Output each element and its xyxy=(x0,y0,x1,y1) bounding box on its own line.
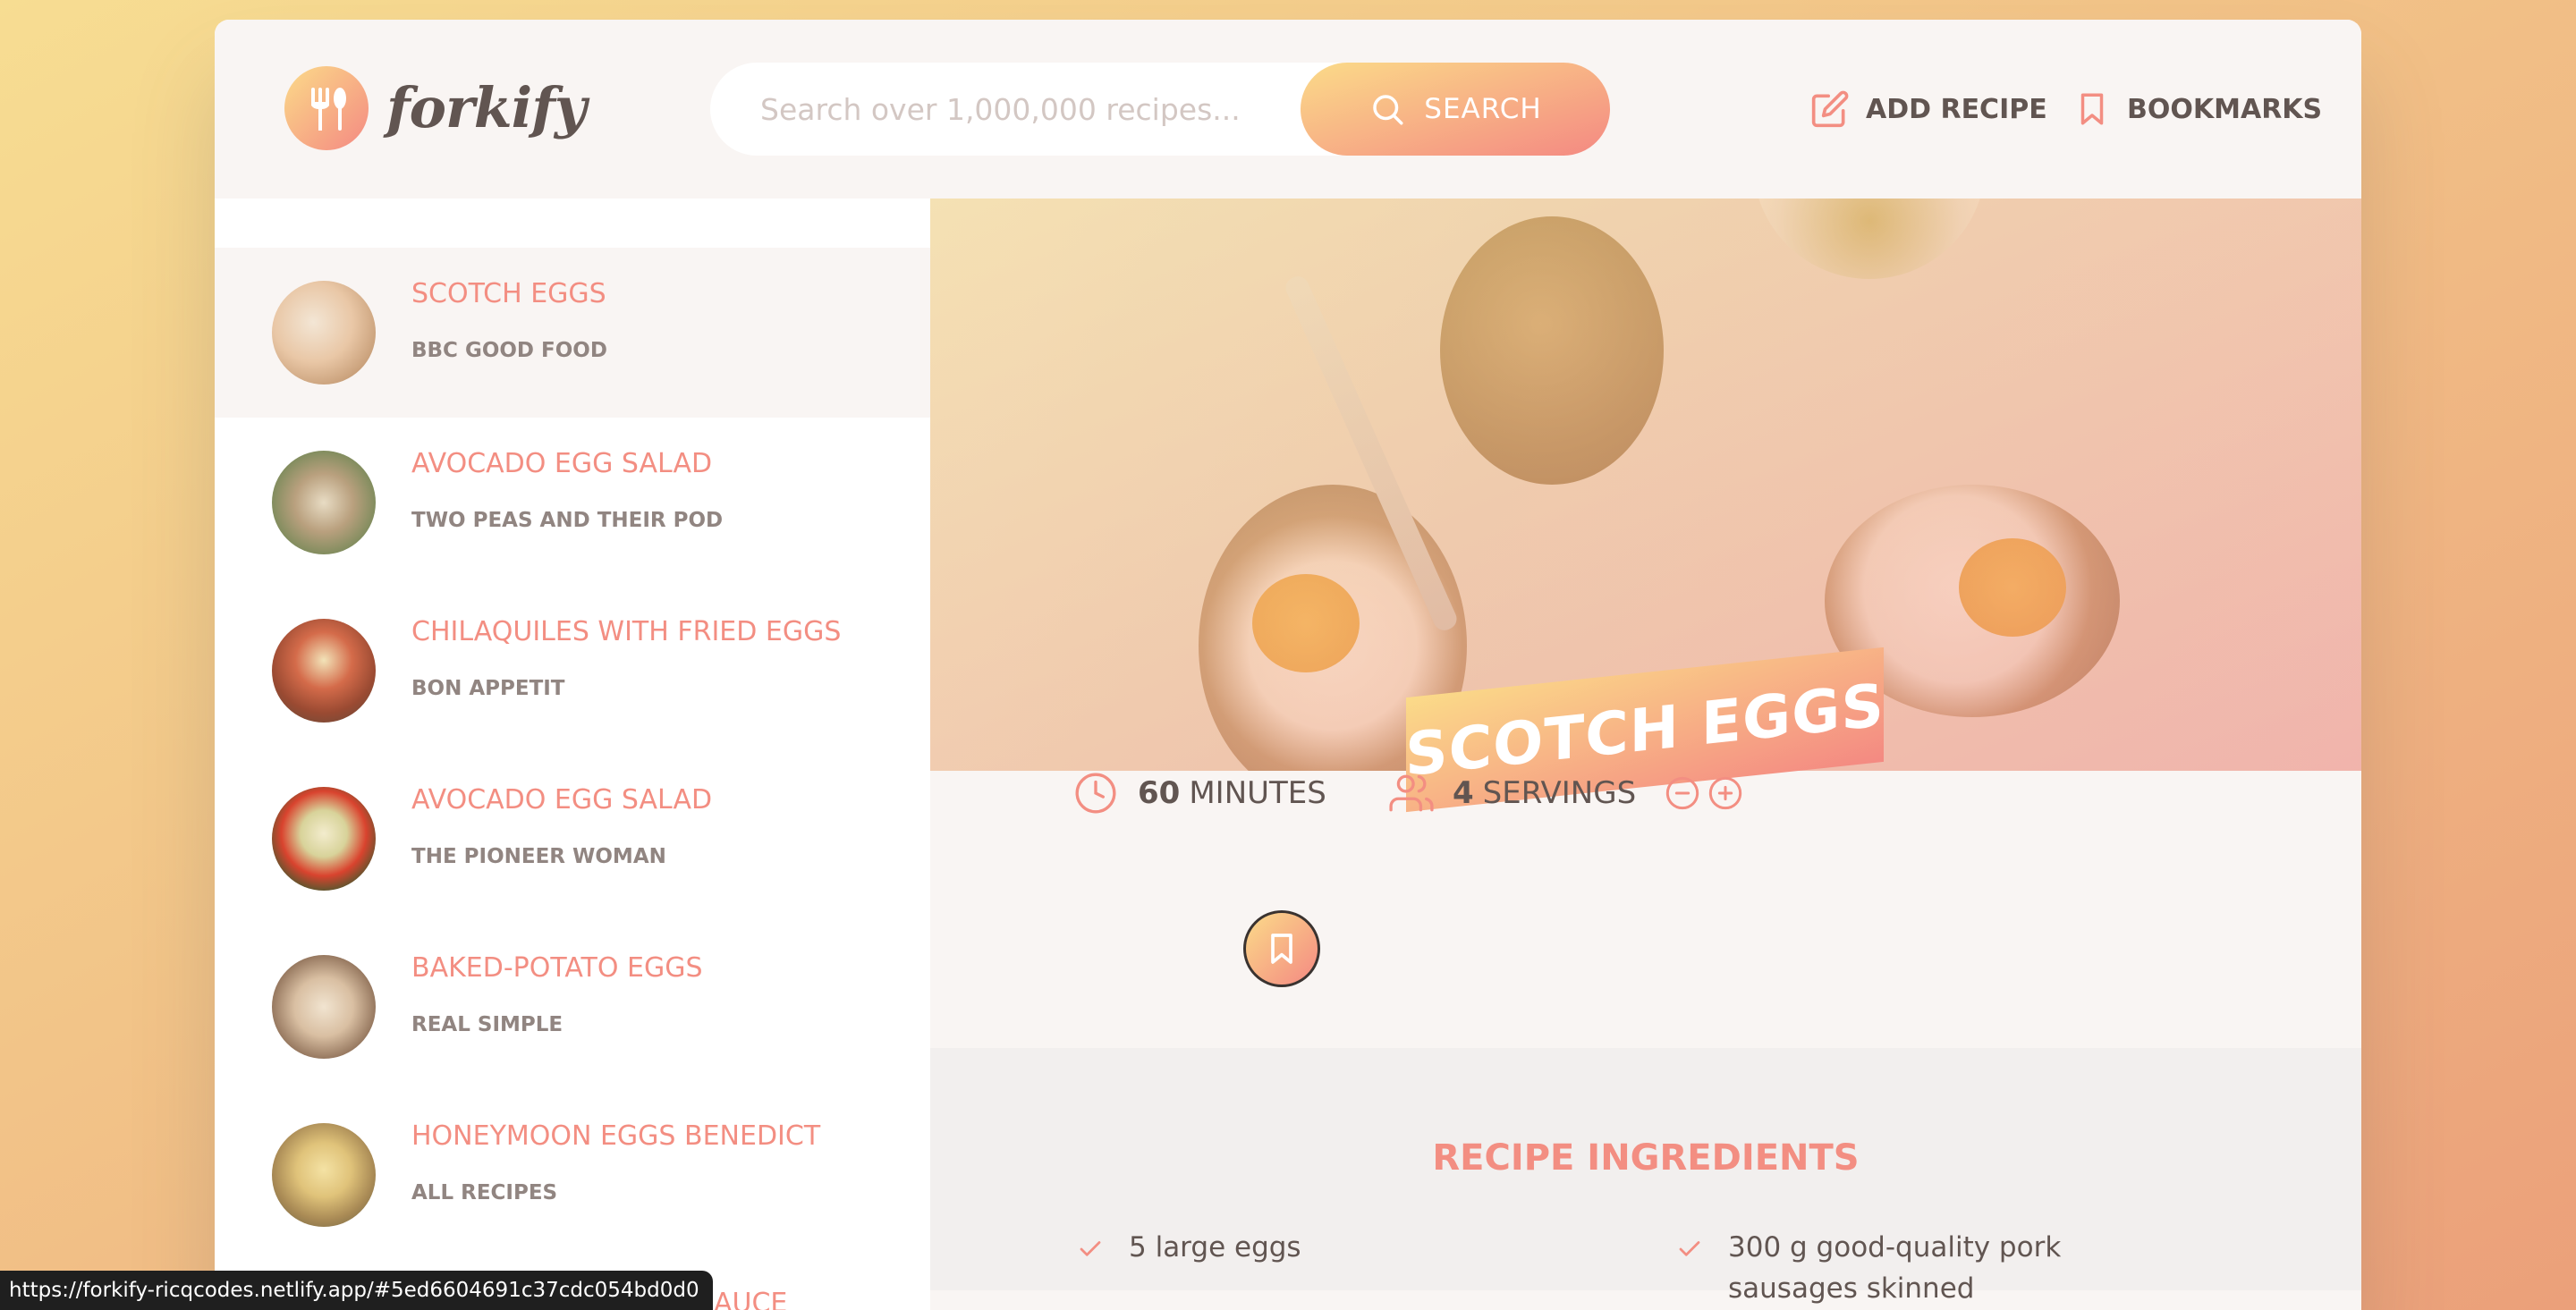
add-recipe-button[interactable]: ADD RECIPE xyxy=(1810,82,2047,136)
check-icon xyxy=(1679,1241,1700,1256)
search-button[interactable]: SEARCH xyxy=(1301,63,1610,156)
decrease-servings-button[interactable] xyxy=(1665,775,1700,811)
result-item[interactable]: AVOCADO EGG SALAD THE PIONEER WOMAN xyxy=(215,754,930,924)
result-title: BAKED-POTATO EGGS xyxy=(411,952,703,984)
bookmarks-button[interactable]: BOOKMARKS xyxy=(2073,82,2322,136)
result-thumbnail xyxy=(272,281,376,385)
ingredient-item: 5 large eggs xyxy=(1080,1227,1301,1268)
users-icon xyxy=(1389,774,1434,812)
increase-servings-button[interactable] xyxy=(1707,775,1743,811)
ingredient-text: 300 g good-quality pork sausages skinned xyxy=(1728,1231,2062,1305)
result-title: SCOTCH EGGS xyxy=(411,278,606,309)
search-input[interactable] xyxy=(760,89,1261,129)
search-results: SCOTCH EGGS BBC GOOD FOOD AVOCADO EGG SA… xyxy=(215,199,930,1310)
cooking-time-unit: MINUTES xyxy=(1189,775,1326,811)
fork-spoon-icon xyxy=(311,88,346,131)
plus-circle-icon xyxy=(1708,776,1742,810)
minus-circle-icon xyxy=(1665,776,1699,810)
search-button-label: SEARCH xyxy=(1424,93,1542,125)
result-item[interactable]: CHILAQUILES WITH FRIED EGGS BON APPETIT xyxy=(215,586,930,756)
recipe-ingredients: RECIPE INGREDIENTS 5 large eggs 300 g go… xyxy=(930,1048,2361,1305)
bookmark-recipe-button[interactable] xyxy=(1243,910,1320,987)
app-container: forkify SEARCH ADD RECIPE BOOKMARKS xyxy=(215,20,2361,1310)
recipe-cooking-time: 60 MINUTES xyxy=(1073,771,1326,816)
result-title-partial: AUCE xyxy=(714,1288,788,1310)
edit-icon xyxy=(1811,90,1849,128)
result-title: CHILAQUILES WITH FRIED EGGS xyxy=(411,616,842,647)
result-thumbnail xyxy=(272,619,376,723)
result-publisher: BON APPETIT xyxy=(411,677,565,700)
ingredient-item: 300 g good-quality pork sausages skinned xyxy=(1679,1227,2193,1309)
header: forkify SEARCH ADD RECIPE BOOKMARKS xyxy=(215,20,2361,199)
search-form: SEARCH xyxy=(710,63,1610,156)
result-item[interactable]: AVOCADO EGG SALAD TWO PEAS AND THEIR POD xyxy=(215,418,930,587)
check-icon xyxy=(1080,1241,1101,1256)
bookmarks-label: BOOKMARKS xyxy=(2127,93,2323,125)
bookmark-icon xyxy=(1271,934,1292,964)
recipe-servings: 4 SERVINGS xyxy=(1388,771,1743,816)
ingredient-text: 5 large eggs xyxy=(1129,1231,1301,1264)
result-thumbnail xyxy=(272,955,376,1059)
cooking-time-value: 60 xyxy=(1138,775,1181,811)
result-item[interactable]: BAKED-POTATO EGGS REAL SIMPLE xyxy=(215,922,930,1092)
result-title: AVOCADO EGG SALAD xyxy=(411,448,713,479)
logo-text[interactable]: forkify xyxy=(386,75,587,140)
result-thumbnail xyxy=(272,451,376,554)
clock-icon xyxy=(1075,773,1116,814)
result-publisher: ALL RECIPES xyxy=(411,1181,558,1204)
servings-unit: SERVINGS xyxy=(1482,775,1637,811)
add-recipe-label: ADD RECIPE xyxy=(1866,93,2047,125)
result-publisher: TWO PEAS AND THEIR POD xyxy=(411,509,724,532)
result-publisher: BBC GOOD FOOD xyxy=(411,339,607,362)
result-thumbnail xyxy=(272,1123,376,1227)
result-title: AVOCADO EGG SALAD xyxy=(411,784,713,816)
bookmark-icon xyxy=(2080,93,2104,125)
ingredients-heading: RECIPE INGREDIENTS xyxy=(1432,1137,1860,1179)
result-item[interactable]: HONEYMOON EGGS BENEDICT ALL RECIPES xyxy=(215,1090,930,1260)
result-publisher: REAL SIMPLE xyxy=(411,1013,564,1036)
status-bar-url: https://forkify-ricqcodes.netlify.app/#5… xyxy=(0,1271,713,1310)
logo-badge[interactable] xyxy=(284,66,369,150)
servings-value: 4 xyxy=(1453,775,1474,811)
result-thumbnail xyxy=(272,787,376,891)
search-icon xyxy=(1373,95,1403,125)
result-item[interactable]: SCOTCH EGGS BBC GOOD FOOD xyxy=(215,248,930,418)
result-publisher: THE PIONEER WOMAN xyxy=(411,845,666,868)
result-title: HONEYMOON EGGS BENEDICT xyxy=(411,1120,821,1152)
